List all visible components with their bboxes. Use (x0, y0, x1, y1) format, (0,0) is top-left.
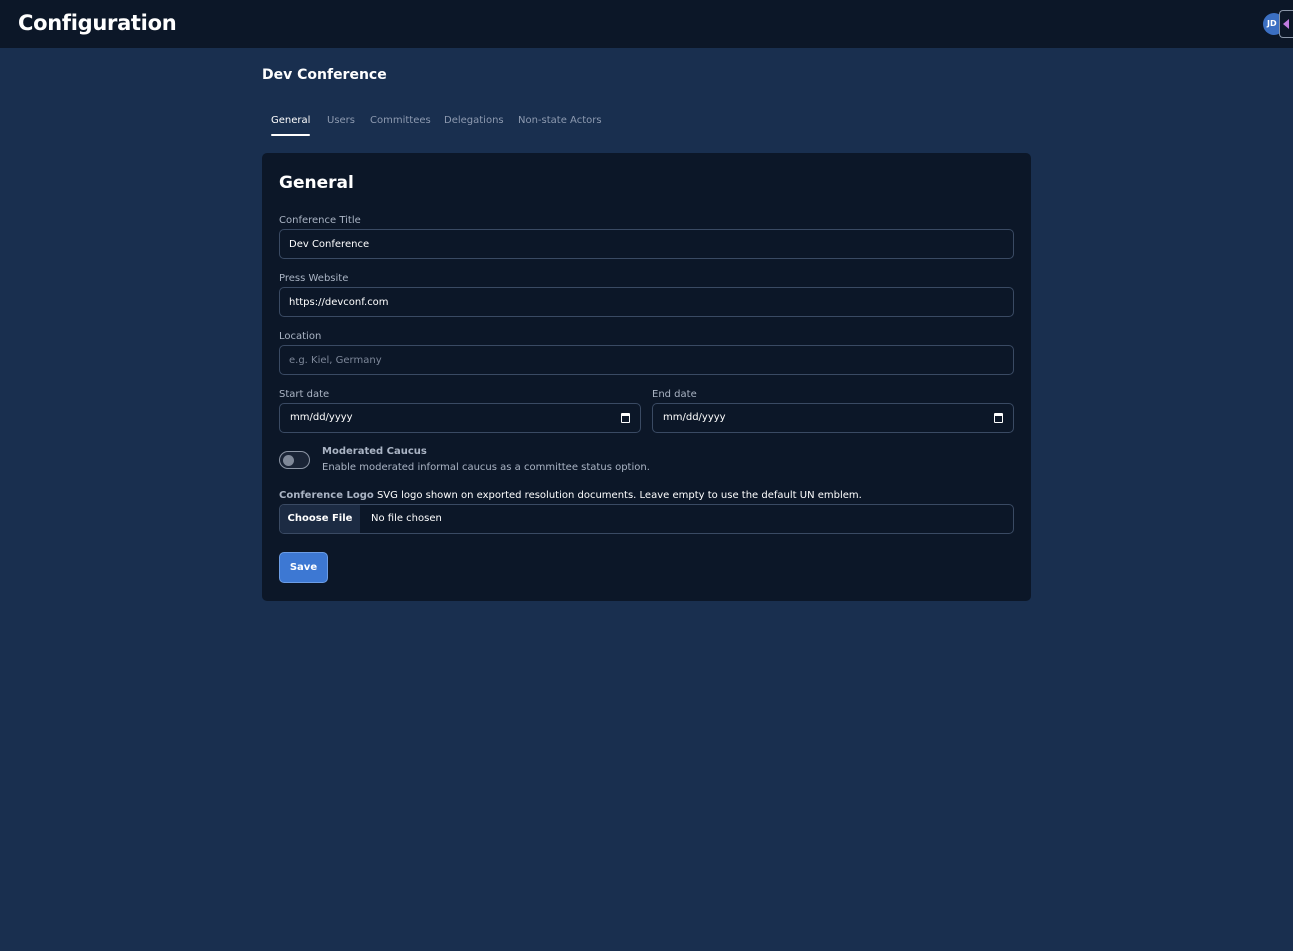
choose-file-button[interactable]: Choose File (280, 505, 360, 533)
toggle-knob (283, 455, 294, 466)
sidebar-toggle-button[interactable] (1279, 10, 1293, 38)
start-date-label: Start date (279, 389, 330, 400)
press-website-input[interactable] (279, 287, 1014, 317)
file-status: No file chosen (371, 513, 442, 524)
conference-title-input[interactable] (279, 229, 1014, 259)
moderated-caucus-description: Enable moderated informal caucus as a co… (322, 462, 650, 473)
location-label: Location (279, 331, 322, 342)
conference-title-label: Conference Title (279, 215, 361, 226)
conference-logo-hint: SVG logo shown on exported resolution do… (376, 490, 862, 501)
tab-users[interactable]: Users (327, 112, 355, 136)
tab-delegations[interactable]: Delegations (444, 112, 504, 136)
start-date-value: mm/dd/yyyy (290, 412, 353, 423)
conference-name: Dev Conference (262, 67, 387, 83)
moderated-caucus-title: Moderated Caucus (322, 446, 427, 457)
moderated-caucus-toggle[interactable] (279, 451, 310, 469)
section-title: General (279, 173, 354, 193)
start-date-input[interactable]: mm/dd/yyyy (279, 403, 641, 433)
conference-logo-label-text: Conference Logo (279, 490, 374, 501)
top-bar: Configuration JD (0, 0, 1293, 48)
tab-general[interactable]: General (271, 112, 311, 136)
save-button[interactable]: Save (279, 552, 328, 583)
location-input[interactable] (279, 345, 1014, 375)
end-date-label: End date (652, 389, 697, 400)
calendar-icon[interactable] (994, 413, 1003, 423)
calendar-icon[interactable] (621, 413, 630, 423)
end-date-input[interactable]: mm/dd/yyyy (652, 403, 1014, 433)
app-title: Configuration (18, 11, 177, 35)
chevron-left-icon (1283, 19, 1289, 29)
conference-logo-file-input[interactable]: Choose File No file chosen (279, 504, 1014, 534)
conference-logo-label: Conference Logo SVG logo shown on export… (279, 490, 862, 501)
press-website-label: Press Website (279, 273, 349, 284)
end-date-value: mm/dd/yyyy (663, 412, 726, 423)
tab-committees[interactable]: Committees (370, 112, 431, 136)
general-settings-card: General Conference Title Press Website L… (262, 153, 1031, 601)
tab-non-state-actors[interactable]: Non-state Actors (518, 112, 602, 136)
